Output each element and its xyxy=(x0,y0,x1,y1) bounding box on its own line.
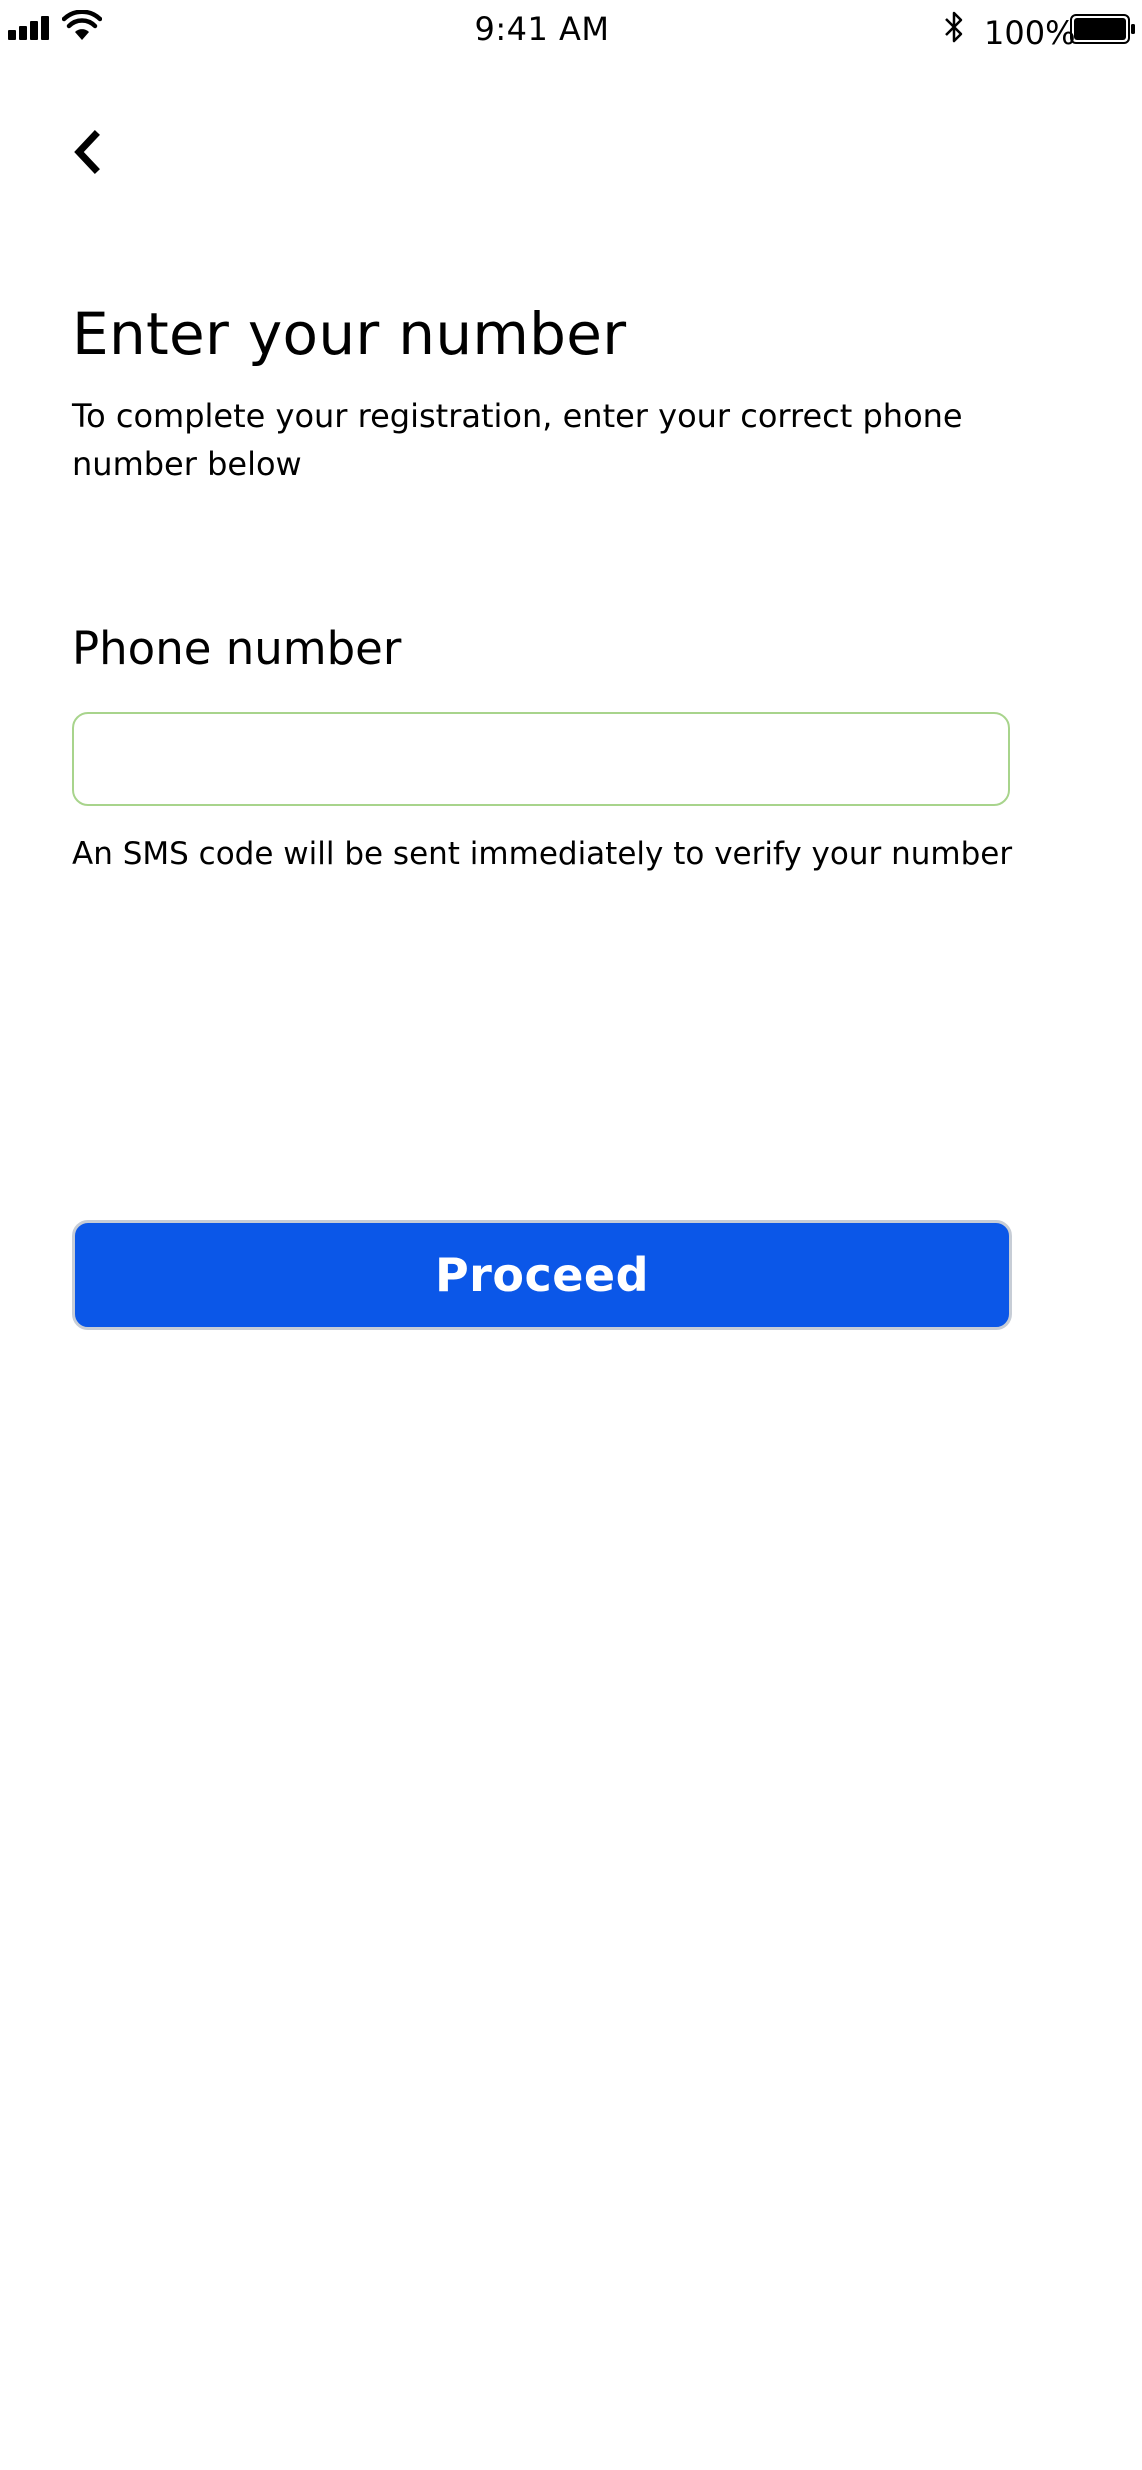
status-time: 9:41 AM xyxy=(474,10,610,48)
status-bar: 9:41 AM 100% xyxy=(0,0,1142,60)
battery-percentage: 100% xyxy=(984,14,1076,52)
back-button[interactable] xyxy=(62,124,110,180)
proceed-button[interactable]: Proceed xyxy=(72,1220,1012,1330)
sms-helper-text: An SMS code will be sent immediately to … xyxy=(72,836,1013,872)
bluetooth-icon xyxy=(945,11,963,43)
page-subtitle: To complete your registration, enter you… xyxy=(72,397,963,483)
chevron-left-icon xyxy=(74,130,100,174)
page-title: Enter your number xyxy=(72,300,627,368)
battery-icon xyxy=(1070,14,1135,44)
phone-number-label: Phone number xyxy=(72,622,402,675)
phone-number-input[interactable] xyxy=(72,712,1010,806)
